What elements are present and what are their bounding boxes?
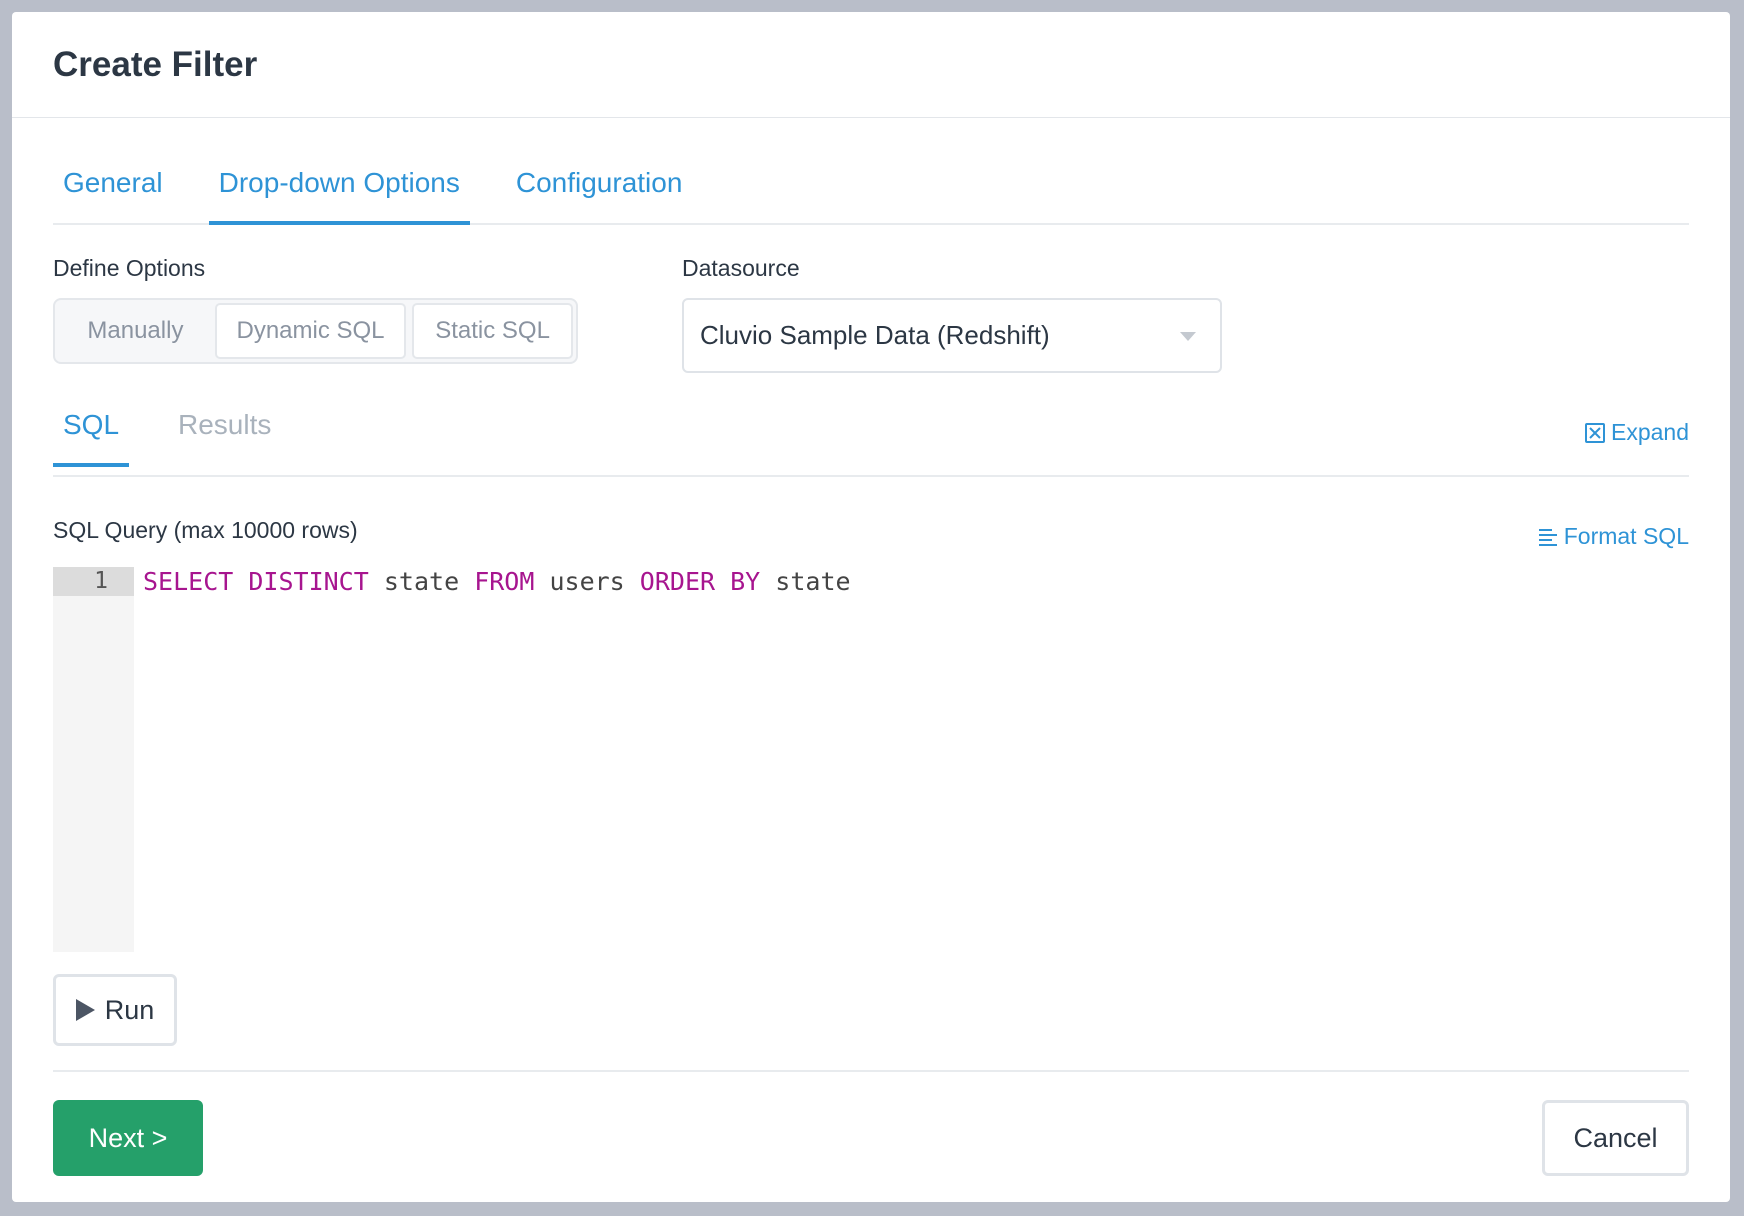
sql-keyword: DISTINCT [248, 567, 369, 596]
sql-keyword: SELECT [143, 567, 234, 596]
option-static-sql-button[interactable]: Static SQL [412, 303, 573, 359]
footer-divider [53, 1070, 1689, 1072]
main-tabs: General Drop-down Options Configuration [53, 118, 1689, 225]
sql-identifier: users [549, 567, 625, 596]
next-button[interactable]: Next > [53, 1100, 203, 1176]
tab-sql[interactable]: SQL [53, 409, 130, 467]
sql-sub-tabs: SQL Results Expand [53, 389, 1689, 477]
line-number: 1 [53, 567, 134, 596]
modal-title: Create Filter [53, 44, 258, 84]
play-icon [75, 999, 95, 1021]
expand-icon [1584, 422, 1605, 443]
cancel-button[interactable]: Cancel [1542, 1100, 1689, 1176]
define-options-label: Define Options [53, 255, 206, 281]
caret-down-icon [1180, 332, 1196, 341]
format-sql-button[interactable]: Format SQL [1538, 523, 1689, 550]
tab-configuration[interactable]: Configuration [506, 167, 693, 223]
modal-body: General Drop-down Options Configuration … [12, 118, 1730, 1200]
sql-keyword: FROM [474, 567, 535, 596]
expand-label: Expand [1610, 419, 1689, 445]
run-label: Run [104, 994, 155, 1025]
align-left-icon [1538, 528, 1557, 546]
sql-identifier: state [383, 567, 460, 596]
options-row: Define Options Manually Dynamic SQL Stat… [53, 225, 1689, 385]
tab-drop-down-options[interactable]: Drop-down Options [208, 167, 471, 225]
sql-keyword: ORDER [639, 567, 716, 596]
code-line[interactable]: SELECT DISTINCT state FROM users ORDER B… [134, 567, 1689, 952]
define-options-segmented-control: Manually Dynamic SQL Static SQL [53, 298, 578, 364]
option-manually-button[interactable]: Manually [58, 303, 213, 359]
sql-keyword: BY [730, 567, 761, 596]
datasource-select[interactable]: Cluvio Sample Data (Redshift) [682, 298, 1222, 373]
modal-footer: Next > Cancel [53, 1100, 1689, 1200]
modal-header: Create Filter [12, 12, 1730, 118]
editor-gutter: 1 [53, 567, 134, 952]
format-sql-label: Format SQL [1563, 523, 1689, 549]
datasource-selected-value: Cluvio Sample Data (Redshift) [700, 320, 1050, 350]
run-button[interactable]: Run [53, 974, 177, 1046]
query-header: SQL Query (max 10000 rows) Format SQL [53, 477, 1689, 567]
expand-button[interactable]: Expand [1584, 419, 1689, 446]
datasource-label: Datasource [682, 255, 800, 281]
sql-query-label: SQL Query (max 10000 rows) [53, 517, 358, 543]
option-dynamic-sql-button[interactable]: Dynamic SQL [214, 303, 407, 359]
sql-editor[interactable]: 1 SELECT DISTINCT state FROM users ORDER… [53, 567, 1689, 952]
create-filter-modal: Create Filter General Drop-down Options … [12, 12, 1730, 1202]
tab-general[interactable]: General [53, 167, 173, 223]
tab-results[interactable]: Results [168, 409, 281, 465]
sql-identifier: state [775, 567, 851, 596]
